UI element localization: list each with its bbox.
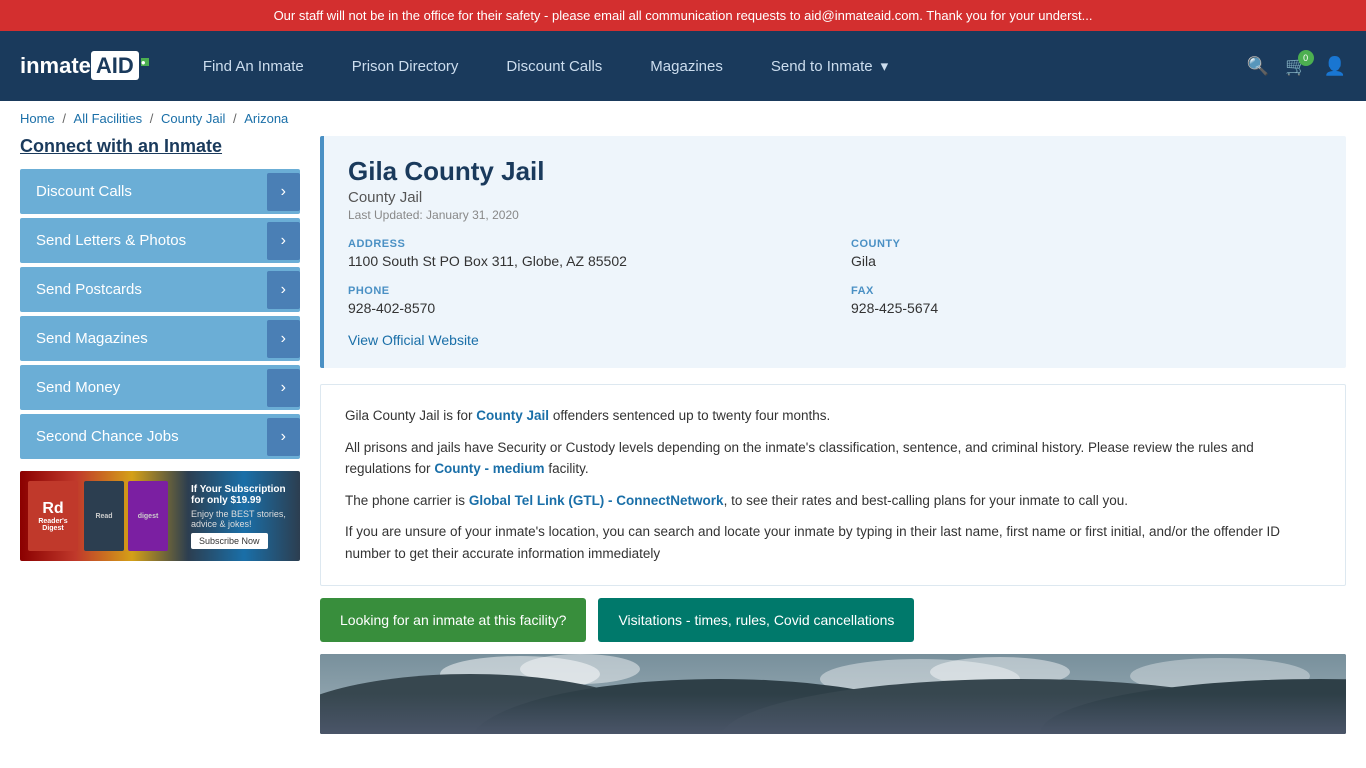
ad-headline: If Your Subscription for only $19.99 bbox=[191, 484, 292, 506]
nav-discount-calls[interactable]: Discount Calls bbox=[482, 31, 626, 101]
cart-button[interactable]: 🛒 0 bbox=[1285, 56, 1307, 77]
breadcrumb: Home / All Facilities / County Jail / Ar… bbox=[0, 101, 1366, 136]
nav-send-to-inmate-label: Send to Inmate bbox=[771, 58, 873, 75]
address-label: ADDRESS bbox=[348, 238, 819, 250]
sidebar-btn-send-postcards-label: Send Postcards bbox=[36, 281, 142, 298]
county-jail-link[interactable]: County Jail bbox=[476, 408, 549, 423]
description-card: Gila County Jail is for County Jail offe… bbox=[320, 384, 1346, 586]
phone-carrier-link[interactable]: Global Tel Link (GTL) - ConnectNetwork bbox=[469, 493, 724, 508]
fax-label: FAX bbox=[851, 285, 1322, 297]
sidebar-btn-discount-calls-label: Discount Calls bbox=[36, 183, 132, 200]
main-content: Gila County Jail County Jail Last Update… bbox=[320, 136, 1346, 734]
facility-card: Gila County Jail County Jail Last Update… bbox=[320, 136, 1346, 368]
sidebar-btn-send-money[interactable]: Send Money › bbox=[20, 365, 300, 410]
dropdown-arrow-icon: ▾ bbox=[881, 57, 889, 75]
nav-prison-directory[interactable]: Prison Directory bbox=[328, 31, 483, 101]
breadcrumb-arizona[interactable]: Arizona bbox=[244, 111, 288, 126]
sidebar-ad: Rd Reader'sDigest Read digest If Your Su… bbox=[20, 471, 300, 561]
logo[interactable]: inmateAID● bbox=[20, 53, 149, 79]
ad-cover-3: digest bbox=[128, 481, 168, 551]
facility-info-grid: ADDRESS 1100 South St PO Box 311, Globe,… bbox=[348, 238, 1322, 316]
facility-type: County Jail bbox=[348, 189, 1322, 206]
account-button[interactable]: 👤 bbox=[1324, 56, 1346, 77]
sidebar: Connect with an Inmate Discount Calls › … bbox=[20, 136, 300, 734]
ad-cover: Rd Reader'sDigest bbox=[28, 481, 78, 551]
facility-address-block: ADDRESS 1100 South St PO Box 311, Globe,… bbox=[348, 238, 819, 269]
description-p3: The phone carrier is Global Tel Link (GT… bbox=[345, 490, 1321, 512]
facility-county-block: COUNTY Gila bbox=[851, 238, 1322, 269]
search-icon: 🔍 bbox=[1247, 56, 1269, 76]
main-layout: Connect with an Inmate Discount Calls › … bbox=[0, 136, 1366, 754]
sidebar-btn-second-chance-label: Second Chance Jobs bbox=[36, 428, 179, 445]
sidebar-btn-send-magazines[interactable]: Send Magazines › bbox=[20, 316, 300, 361]
breadcrumb-county-jail[interactable]: County Jail bbox=[161, 111, 225, 126]
description-p4: If you are unsure of your inmate's locat… bbox=[345, 521, 1321, 564]
logo-dot-icon: ● bbox=[141, 58, 149, 66]
facility-updated: Last Updated: January 31, 2020 bbox=[348, 208, 1322, 222]
phone-value: 928-402-8570 bbox=[348, 300, 819, 316]
sidebar-btn-send-money-label: Send Money bbox=[36, 379, 120, 396]
ad-subtext: Enjoy the BEST stories, advice & jokes! bbox=[191, 509, 292, 529]
sidebar-arrow-send-money-icon: › bbox=[267, 369, 300, 407]
facility-name: Gila County Jail bbox=[348, 156, 1322, 187]
sidebar-btn-second-chance[interactable]: Second Chance Jobs › bbox=[20, 414, 300, 459]
sidebar-btn-send-magazines-label: Send Magazines bbox=[36, 330, 148, 347]
nav-icons: 🔍 🛒 0 👤 bbox=[1247, 56, 1346, 77]
navbar: inmateAID● Find An Inmate Prison Directo… bbox=[0, 31, 1366, 101]
visitations-cta-label: Visitations - times, rules, Covid cancel… bbox=[618, 612, 894, 628]
county-medium-link[interactable]: County - medium bbox=[434, 461, 544, 476]
breadcrumb-sep-2: / bbox=[150, 111, 157, 126]
ad-text-area: If Your Subscription for only $19.99 Enj… bbox=[191, 484, 292, 549]
sidebar-arrow-discount-calls-icon: › bbox=[267, 173, 300, 211]
county-label: COUNTY bbox=[851, 238, 1322, 250]
nav-send-to-inmate[interactable]: Send to Inmate ▾ bbox=[747, 31, 912, 101]
breadcrumb-sep-3: / bbox=[233, 111, 240, 126]
description-p1: Gila County Jail is for County Jail offe… bbox=[345, 405, 1321, 427]
cart-badge: 0 bbox=[1298, 50, 1314, 66]
address-value: 1100 South St PO Box 311, Globe, AZ 8550… bbox=[348, 253, 819, 269]
description-p2: All prisons and jails have Security or C… bbox=[345, 437, 1321, 480]
search-button[interactable]: 🔍 bbox=[1247, 56, 1269, 77]
breadcrumb-sep-1: / bbox=[62, 111, 69, 126]
sidebar-btn-discount-calls[interactable]: Discount Calls › bbox=[20, 169, 300, 214]
official-website-link[interactable]: View Official Website bbox=[348, 332, 479, 348]
facility-image bbox=[320, 654, 1346, 734]
fax-value: 928-425-5674 bbox=[851, 300, 1322, 316]
ad-subscribe-button[interactable]: Subscribe Now bbox=[191, 533, 268, 549]
sidebar-title: Connect with an Inmate bbox=[20, 136, 300, 157]
alert-banner: Our staff will not be in the office for … bbox=[0, 0, 1366, 31]
find-inmate-cta-button[interactable]: Looking for an inmate at this facility? bbox=[320, 598, 586, 642]
logo-aid: AID bbox=[91, 51, 139, 80]
find-inmate-cta-label: Looking for an inmate at this facility? bbox=[340, 612, 566, 628]
breadcrumb-home[interactable]: Home bbox=[20, 111, 55, 126]
nav-magazines[interactable]: Magazines bbox=[626, 31, 747, 101]
ad-cover-2: Read bbox=[84, 481, 124, 551]
visitations-cta-button[interactable]: Visitations - times, rules, Covid cancel… bbox=[598, 598, 914, 642]
phone-label: PHONE bbox=[348, 285, 819, 297]
breadcrumb-all-facilities[interactable]: All Facilities bbox=[74, 111, 143, 126]
sidebar-btn-send-letters[interactable]: Send Letters & Photos › bbox=[20, 218, 300, 263]
cta-row: Looking for an inmate at this facility? … bbox=[320, 598, 1346, 642]
sidebar-arrow-send-letters-icon: › bbox=[267, 222, 300, 260]
sidebar-arrow-second-chance-icon: › bbox=[267, 418, 300, 456]
sidebar-btn-send-letters-label: Send Letters & Photos bbox=[36, 232, 186, 249]
nav-find-inmate[interactable]: Find An Inmate bbox=[179, 31, 328, 101]
sidebar-arrow-send-magazines-icon: › bbox=[267, 320, 300, 358]
logo-inmate: inmate bbox=[20, 53, 91, 78]
sidebar-btn-send-postcards[interactable]: Send Postcards › bbox=[20, 267, 300, 312]
nav-links: Find An Inmate Prison Directory Discount… bbox=[179, 31, 1247, 101]
facility-fax-block: FAX 928-425-5674 bbox=[851, 285, 1322, 316]
alert-text: Our staff will not be in the office for … bbox=[274, 8, 1093, 23]
county-value: Gila bbox=[851, 253, 1322, 269]
account-icon: 👤 bbox=[1324, 56, 1346, 76]
sidebar-arrow-send-postcards-icon: › bbox=[267, 271, 300, 309]
facility-phone-block: PHONE 928-402-8570 bbox=[348, 285, 819, 316]
